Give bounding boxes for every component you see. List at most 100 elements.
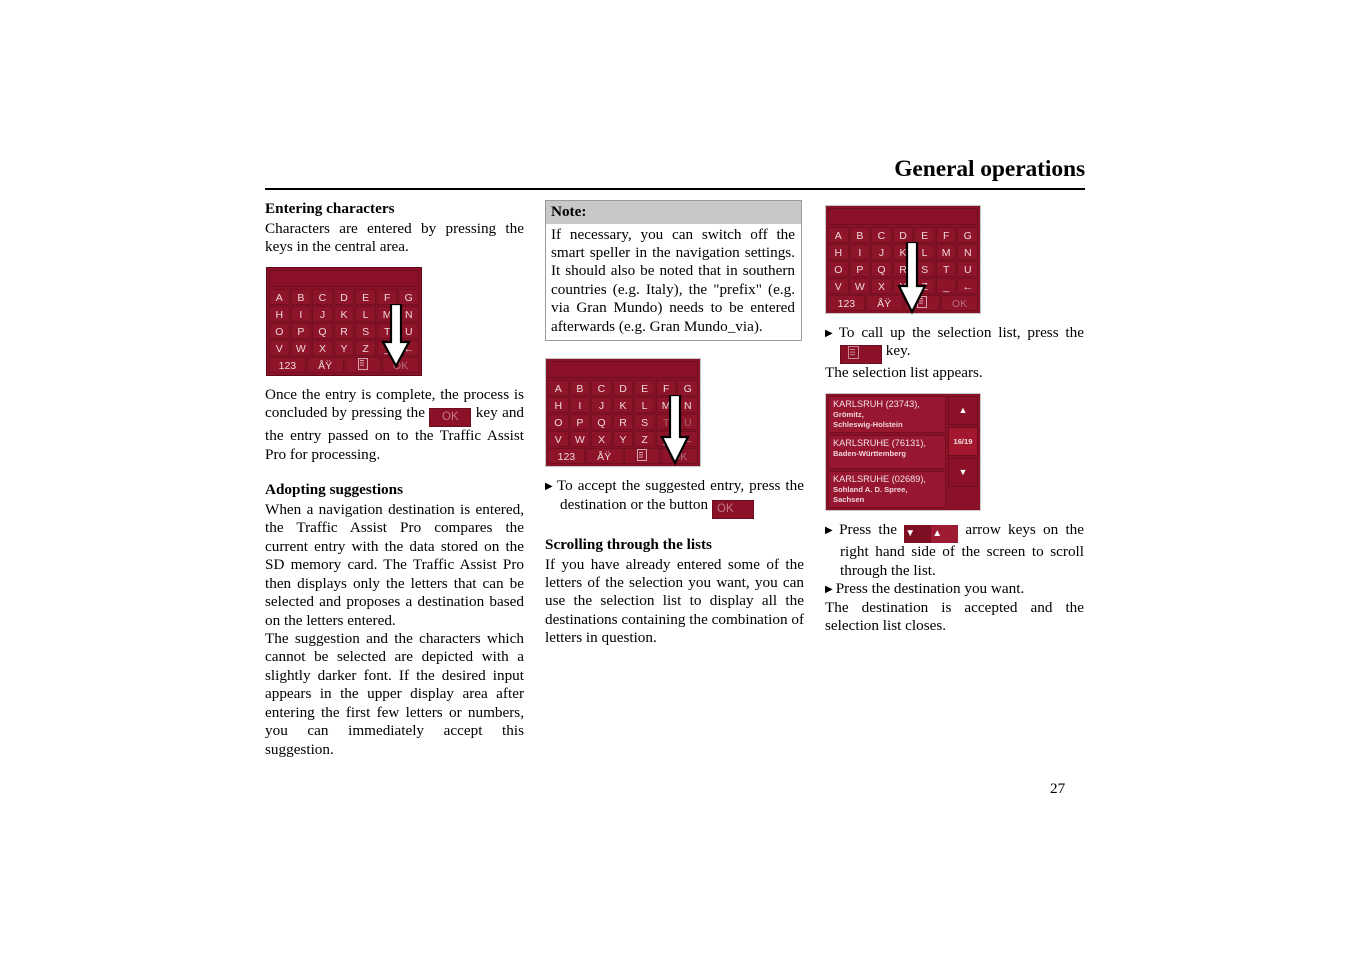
key-k[interactable]: K bbox=[892, 244, 914, 260]
key-selection-list-icon[interactable] bbox=[344, 356, 382, 373]
key-s[interactable]: S bbox=[634, 414, 655, 431]
key-p[interactable]: P bbox=[569, 414, 591, 431]
key-g[interactable]: G bbox=[957, 227, 979, 243]
key-j[interactable]: J bbox=[871, 244, 892, 260]
key-backspace-icon[interactable]: ← bbox=[398, 339, 420, 356]
inline-arrow-keys[interactable]: ▼ ▲ bbox=[904, 525, 959, 544]
key-backspace-icon[interactable]: ← bbox=[957, 278, 979, 294]
key-o[interactable]: O bbox=[269, 322, 290, 339]
key-n[interactable]: N bbox=[957, 244, 979, 260]
key-r[interactable]: R bbox=[892, 261, 914, 277]
key-e[interactable]: E bbox=[355, 288, 376, 305]
arrow-down-icon[interactable]: ▼ bbox=[904, 525, 932, 544]
selection-list-widget[interactable]: KARLSRUH (23743), Grömitz, Schleswig-Hol… bbox=[825, 392, 981, 512]
key-a[interactable]: A bbox=[828, 227, 849, 243]
key-selection-list-icon[interactable] bbox=[903, 295, 941, 311]
key-a[interactable]: A bbox=[269, 288, 290, 305]
key-d[interactable]: D bbox=[612, 380, 634, 397]
key-o[interactable]: O bbox=[548, 414, 569, 431]
key-p[interactable]: P bbox=[849, 261, 871, 277]
key-ok[interactable]: OK bbox=[941, 295, 978, 311]
key-k[interactable]: K bbox=[333, 305, 355, 322]
selection-list-scrollbar[interactable]: ▲ 16/19 ▼ bbox=[948, 395, 978, 508]
keyboard-widget-1[interactable]: A B C D E F G H I J K L M N O P Q R S T … bbox=[266, 266, 422, 376]
key-t[interactable]: T bbox=[655, 414, 677, 431]
key-c[interactable]: C bbox=[312, 288, 333, 305]
key-e[interactable]: E bbox=[914, 227, 935, 243]
key-r[interactable]: R bbox=[612, 414, 634, 431]
key-c[interactable]: C bbox=[591, 380, 612, 397]
key-j[interactable]: J bbox=[591, 397, 612, 414]
list-item[interactable]: KARLSRUH (23743), Grömitz, Schleswig-Hol… bbox=[828, 395, 946, 434]
key-l[interactable]: L bbox=[634, 397, 655, 414]
key-accent-mode[interactable]: ÅŸ bbox=[306, 356, 344, 373]
key-h[interactable]: H bbox=[828, 244, 849, 260]
key-w[interactable]: W bbox=[569, 431, 591, 448]
key-w[interactable]: W bbox=[290, 339, 312, 356]
keyboard-widget-2[interactable]: A B C D E F G H I J K L M N O P Q R S T … bbox=[545, 358, 701, 468]
key-underscore[interactable]: _ bbox=[935, 278, 957, 294]
key-z[interactable]: Z bbox=[634, 431, 655, 448]
key-l[interactable]: L bbox=[914, 244, 935, 260]
key-accent-mode[interactable]: ÅŸ bbox=[585, 448, 623, 465]
key-q[interactable]: Q bbox=[871, 261, 892, 277]
key-b[interactable]: B bbox=[569, 380, 591, 397]
key-numeric-mode[interactable]: 123 bbox=[269, 356, 306, 373]
key-z[interactable]: Z bbox=[914, 278, 935, 294]
key-u[interactable]: U bbox=[677, 414, 699, 431]
key-i[interactable]: I bbox=[849, 244, 871, 260]
key-b[interactable]: B bbox=[849, 227, 871, 243]
key-k[interactable]: K bbox=[612, 397, 634, 414]
key-x[interactable]: X bbox=[591, 431, 612, 448]
list-item[interactable]: KARLSRUHE (02689), Sohland A. D. Spree, … bbox=[828, 470, 946, 509]
key-h[interactable]: H bbox=[548, 397, 569, 414]
key-n[interactable]: N bbox=[677, 397, 699, 414]
key-numeric-mode[interactable]: 123 bbox=[828, 295, 865, 311]
key-u[interactable]: U bbox=[957, 261, 979, 277]
key-v[interactable]: V bbox=[269, 339, 290, 356]
key-m[interactable]: M bbox=[935, 244, 957, 260]
key-m[interactable]: M bbox=[655, 397, 677, 414]
key-p[interactable]: P bbox=[290, 322, 312, 339]
key-underscore[interactable]: _ bbox=[655, 431, 677, 448]
key-y[interactable]: Y bbox=[612, 431, 634, 448]
key-r[interactable]: R bbox=[333, 322, 355, 339]
scroll-down-button[interactable]: ▼ bbox=[948, 457, 978, 487]
key-t[interactable]: T bbox=[935, 261, 957, 277]
key-m[interactable]: M bbox=[376, 305, 398, 322]
key-g[interactable]: G bbox=[677, 380, 699, 397]
key-w[interactable]: W bbox=[849, 278, 871, 294]
inline-ok-button-2[interactable]: OK bbox=[711, 499, 754, 519]
key-b[interactable]: B bbox=[290, 288, 312, 305]
key-d[interactable]: D bbox=[333, 288, 355, 305]
key-y[interactable]: Y bbox=[333, 339, 355, 356]
key-n[interactable]: N bbox=[398, 305, 420, 322]
key-i[interactable]: I bbox=[290, 305, 312, 322]
key-f[interactable]: F bbox=[376, 288, 398, 305]
key-accent-mode[interactable]: ÅŸ bbox=[865, 295, 903, 311]
key-e[interactable]: E bbox=[634, 380, 655, 397]
key-t[interactable]: T bbox=[376, 322, 398, 339]
keyboard-widget-3[interactable]: A B C D E F G H I J K L M N O P Q R S T … bbox=[825, 205, 981, 315]
key-q[interactable]: Q bbox=[591, 414, 612, 431]
key-f[interactable]: F bbox=[935, 227, 957, 243]
scroll-up-button[interactable]: ▲ bbox=[948, 395, 978, 425]
key-d[interactable]: D bbox=[892, 227, 914, 243]
key-x[interactable]: X bbox=[871, 278, 892, 294]
key-s[interactable]: S bbox=[914, 261, 935, 277]
key-selection-list-icon[interactable] bbox=[623, 448, 661, 465]
inline-list-button[interactable] bbox=[840, 345, 882, 365]
key-f[interactable]: F bbox=[655, 380, 677, 397]
key-h[interactable]: H bbox=[269, 305, 290, 322]
key-v[interactable]: V bbox=[548, 431, 569, 448]
inline-ok-button-1[interactable]: OK bbox=[429, 408, 472, 428]
list-item[interactable]: KARLSRUHE (76131), Baden-Württemberg bbox=[828, 435, 946, 469]
key-l[interactable]: L bbox=[355, 305, 376, 322]
key-i[interactable]: I bbox=[569, 397, 591, 414]
key-z[interactable]: Z bbox=[355, 339, 376, 356]
key-numeric-mode[interactable]: 123 bbox=[548, 448, 585, 465]
key-backspace-icon[interactable]: ← bbox=[677, 431, 699, 448]
arrow-up-icon[interactable]: ▲ bbox=[931, 525, 959, 544]
key-c[interactable]: C bbox=[871, 227, 892, 243]
key-a[interactable]: A bbox=[548, 380, 569, 397]
